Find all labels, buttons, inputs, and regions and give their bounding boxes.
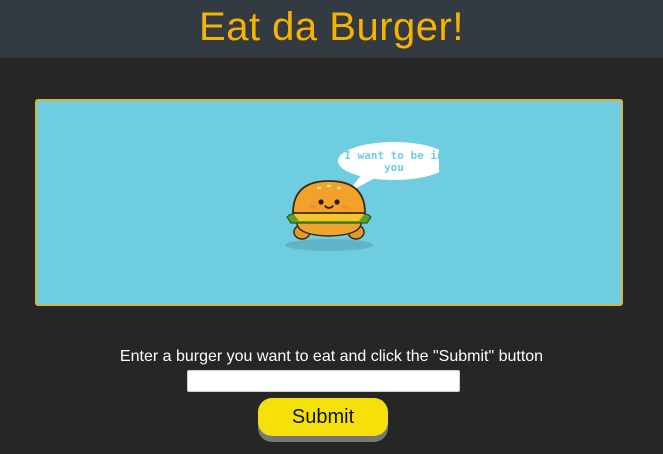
burger-name-input[interactable] <box>187 370 460 392</box>
header-bar: Eat da Burger! <box>0 0 663 58</box>
speech-bubble-text: I want to be in you <box>344 149 444 174</box>
burger-mascot: I want to be in you <box>269 141 450 251</box>
page-title: Eat da Burger! <box>199 5 464 49</box>
form-instructions: Enter a burger you want to eat and click… <box>119 348 544 365</box>
burger-banner: I want to be in you <box>35 99 623 306</box>
submit-button[interactable]: Submit <box>258 398 388 436</box>
